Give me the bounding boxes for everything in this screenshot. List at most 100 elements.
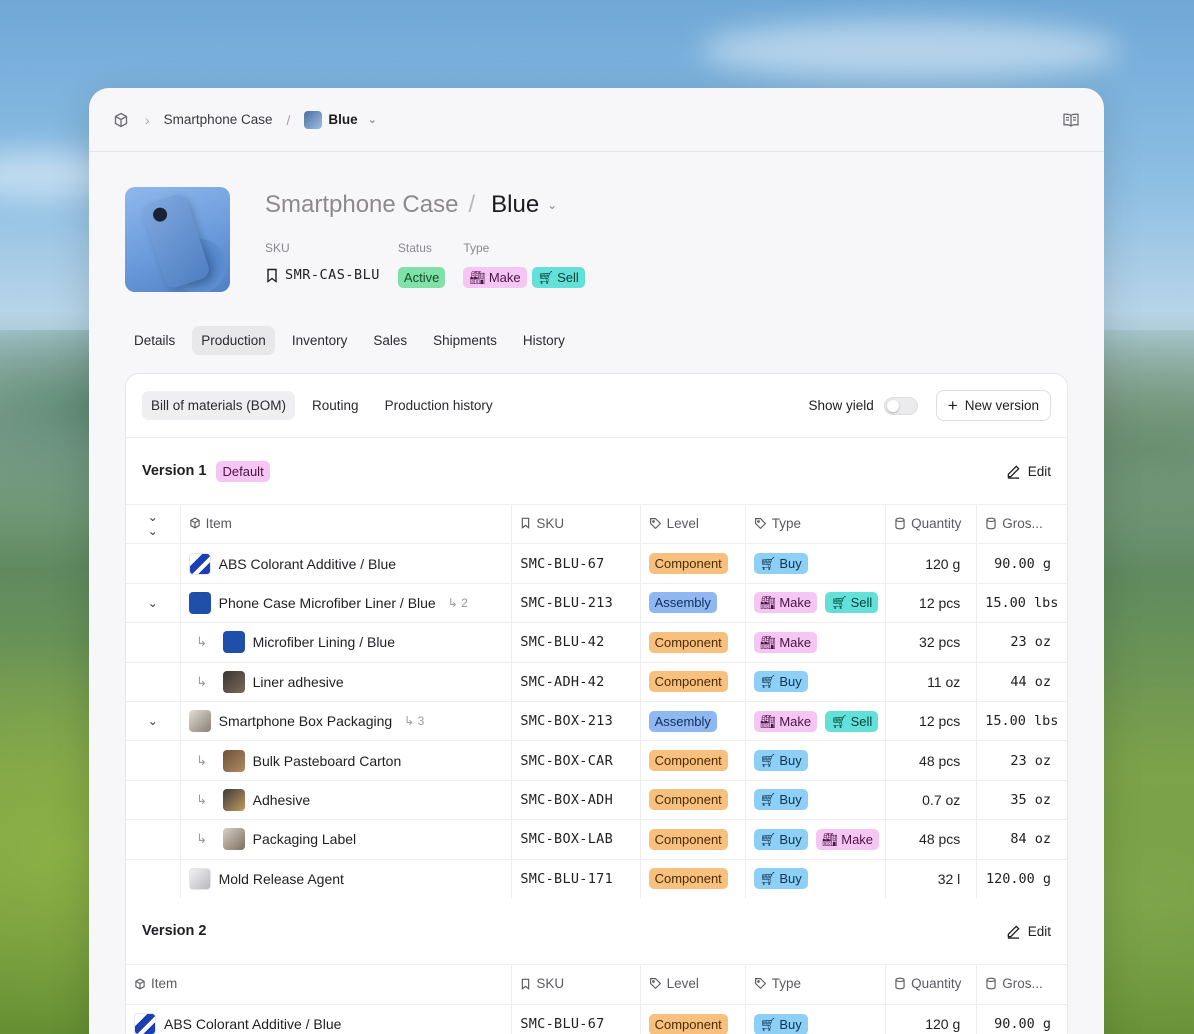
chevrons-down-icon: ⌄ ⌄	[147, 510, 158, 539]
sub-item-arrow-icon: ↳	[447, 595, 458, 610]
edit-button[interactable]: Edit	[1006, 464, 1051, 479]
tab-shipments[interactable]: Shipments	[424, 326, 506, 355]
cart-icon: 🛒︎	[537, 270, 555, 285]
item-gross: 90.00 g	[976, 543, 1067, 584]
factory-icon: 🏭︎	[759, 595, 777, 611]
db-icon	[894, 517, 906, 530]
item-name[interactable]: Microfiber Lining / Blue	[253, 634, 395, 650]
box-icon[interactable]	[113, 111, 131, 129]
variant-selector[interactable]: Blue	[491, 191, 539, 219]
table-row[interactable]: ↳ Liner adhesive SMC-ADH-42 Component 🛒︎ Buy 1…	[126, 661, 1067, 702]
item-gross: 15.00 lbs	[976, 700, 1067, 741]
item-quantity: 48 pcs	[885, 819, 978, 860]
cart-icon: 🛒︎	[759, 831, 777, 847]
chevron-down-icon[interactable]: ⌄	[148, 714, 158, 728]
collapse-all-button[interactable]: ⌄ ⌄	[126, 503, 181, 544]
type-badge-make: 🏭︎ Make	[463, 267, 527, 288]
tab-sales[interactable]: Sales	[364, 326, 416, 355]
table-row[interactable]: ↳ Adhesive SMC-BOX-ADH Component 🛒︎ Buy 0.7 oz…	[126, 779, 1067, 820]
table-row[interactable]: ABS Colorant Additive / Blue SMC-BLU-67 Co…	[126, 1003, 1067, 1034]
breadcrumb-current-label: Blue	[328, 112, 358, 127]
book-icon[interactable]	[1062, 112, 1080, 128]
show-yield-toggle[interactable]	[883, 396, 918, 415]
status-label: Status	[397, 241, 432, 255]
item-gross: 90.00 g	[976, 1003, 1067, 1034]
level-badge: Component	[648, 750, 728, 772]
subtab-production-history[interactable]: Production history	[376, 391, 502, 420]
cart-icon: 🛒︎	[759, 556, 777, 572]
item-gross: 23 oz	[976, 622, 1067, 663]
breadcrumb-current[interactable]: Blue ⌄	[304, 110, 377, 129]
type-badge: 🛒︎ Buy	[753, 789, 808, 811]
item-thumbnail	[188, 591, 211, 614]
item-gross: 15.00 lbs	[976, 582, 1067, 623]
factory-icon: 🏭︎	[821, 831, 839, 847]
top-bar: › Smartphone Case / Blue ⌄	[89, 88, 1104, 152]
db-icon	[985, 517, 997, 530]
type-badge: 🏭︎ Make	[815, 828, 880, 850]
pencil-icon	[1007, 464, 1020, 479]
column-header-sku[interactable]: SKU	[511, 964, 641, 1005]
tab-details[interactable]: Details	[125, 326, 184, 355]
column-header-gross[interactable]: Gros...	[976, 964, 1067, 1005]
table-row[interactable]: ⌄ Smartphone Box Packaging ↳ 3 SMC-BOX-213 A…	[126, 700, 1067, 741]
default-badge: Default	[216, 460, 270, 482]
status-badge: Active	[397, 267, 446, 288]
breadcrumb-parent[interactable]: Smartphone Case	[164, 112, 273, 127]
app-window: › Smartphone Case / Blue ⌄ Smartphone Ca…	[89, 88, 1104, 1034]
table-row[interactable]: ↳ Packaging Label SMC-BOX-LAB Component 🛒︎ Bu…	[126, 819, 1067, 860]
tab-inventory[interactable]: Inventory	[283, 326, 357, 355]
table-row[interactable]: ↳ Microfiber Lining / Blue SMC-BLU-42 Compo…	[126, 622, 1067, 663]
table-row[interactable]: ⌄ Phone Case Microfiber Liner / Blue ↳ 2 SM…	[126, 582, 1067, 623]
item-name[interactable]: Phone Case Microfiber Liner / Blue	[219, 595, 436, 611]
chevron-down-icon[interactable]: ⌄	[547, 198, 557, 212]
item-thumbnail	[222, 749, 245, 772]
table-row[interactable]: Mold Release Agent SMC-BLU-171 Component 🛒︎…	[126, 858, 1067, 899]
tag-icon	[754, 977, 767, 990]
column-header-sku[interactable]: SKU	[511, 503, 641, 544]
subtab-routing[interactable]: Routing	[303, 391, 368, 420]
cart-icon: 🛒︎	[831, 713, 848, 729]
column-header-quantity[interactable]: Quantity	[885, 503, 978, 544]
item-name[interactable]: Liner adhesive	[253, 674, 344, 690]
item-name[interactable]: Mold Release Agent	[219, 871, 344, 887]
item-quantity: 120 g	[885, 1003, 978, 1034]
item-gross: 23 oz	[976, 740, 1067, 781]
table-row[interactable]: ABS Colorant Additive / Blue SMC-BLU-67 Co…	[126, 543, 1067, 584]
item-thumbnail	[222, 788, 245, 811]
new-version-button[interactable]: + New version	[935, 390, 1051, 421]
column-header-type[interactable]: Type	[745, 503, 887, 544]
item-name[interactable]: Smartphone Box Packaging	[219, 713, 393, 729]
edit-button[interactable]: Edit	[1006, 924, 1051, 939]
column-header-quantity[interactable]: Quantity	[885, 964, 978, 1005]
item-gross: 120.00 g	[976, 858, 1067, 899]
item-name[interactable]: Packaging Label	[253, 831, 357, 847]
type-badge: 🛒︎ Buy	[753, 553, 808, 575]
level-badge: Assembly	[648, 592, 717, 614]
cube-icon	[189, 517, 201, 529]
item-name[interactable]: ABS Colorant Additive / Blue	[219, 556, 396, 572]
item-name[interactable]: Adhesive	[253, 792, 311, 808]
table-row[interactable]: ↳ Bulk Pasteboard Carton SMC-BOX-CAR Compon…	[126, 740, 1067, 781]
column-header-item[interactable]: Item	[180, 503, 513, 544]
cart-icon: 🛒︎	[759, 1016, 777, 1032]
chevron-down-icon[interactable]: ⌄	[148, 596, 158, 610]
item-name[interactable]: Bulk Pasteboard Carton	[253, 753, 402, 769]
product-image	[125, 187, 230, 292]
column-header-level[interactable]: Level	[640, 503, 746, 544]
column-header-gross[interactable]: Gros...	[976, 503, 1067, 544]
type-badge: 🏭︎ Make	[753, 592, 818, 614]
db-icon	[894, 977, 906, 990]
tab-history[interactable]: History	[514, 326, 574, 355]
level-badge: Component	[648, 868, 728, 890]
item-name[interactable]: ABS Colorant Additive / Blue	[164, 1016, 341, 1032]
item-quantity: 32 l	[885, 858, 978, 899]
subtab-bom[interactable]: Bill of materials (BOM)	[142, 391, 296, 420]
column-header-type[interactable]: Type	[745, 964, 887, 1005]
type-badge: 🛒︎ Buy	[753, 671, 808, 693]
item-thumbnail	[222, 631, 245, 654]
tab-production[interactable]: Production	[192, 326, 275, 355]
column-header-item[interactable]: Item	[126, 964, 513, 1005]
factory-icon: 🏭︎	[759, 634, 777, 650]
column-header-level[interactable]: Level	[640, 964, 746, 1005]
